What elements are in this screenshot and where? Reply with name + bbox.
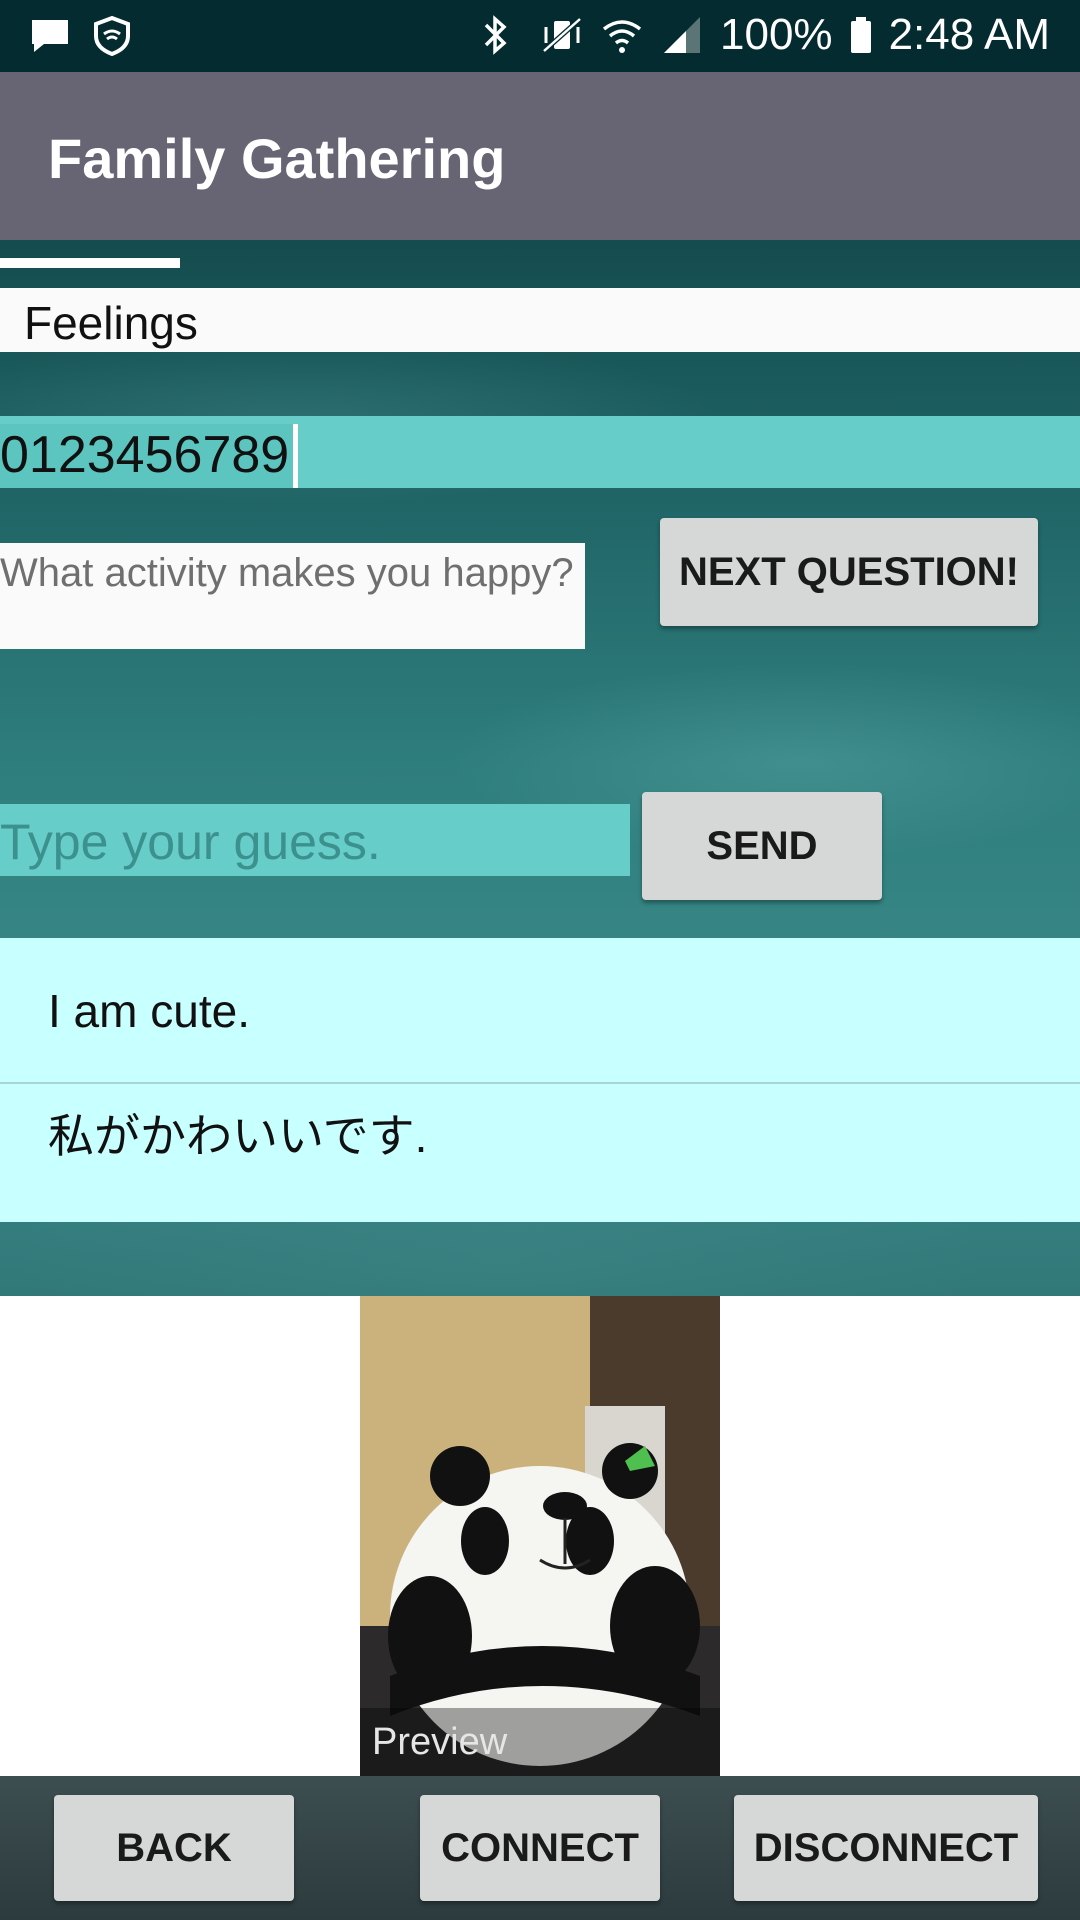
camera-preview[interactable]: Preview xyxy=(360,1296,720,1776)
battery-percent: 100% xyxy=(720,10,833,59)
code-field[interactable]: 0123456789 xyxy=(0,416,1080,488)
code-value: 0123456789 xyxy=(0,424,299,488)
disconnect-button[interactable]: DISCONNECT xyxy=(734,1795,1038,1901)
tab-indicator xyxy=(0,258,180,268)
app-title: Family Gathering xyxy=(48,127,506,190)
message-icon xyxy=(28,14,72,58)
app-bar: Family Gathering xyxy=(0,72,1080,240)
bluetooth-icon xyxy=(480,13,524,57)
send-button[interactable]: SEND xyxy=(642,792,882,900)
battery-icon xyxy=(849,13,873,57)
divider xyxy=(0,1082,1080,1084)
guess-input[interactable]: Type your guess. xyxy=(0,804,630,876)
question-box: What activity makes you happy? xyxy=(0,543,585,649)
category-label: Feelings xyxy=(24,297,198,349)
vibrate-icon xyxy=(540,13,584,57)
question-text: What activity makes you happy? xyxy=(0,551,574,595)
preview-area: Preview xyxy=(0,1296,1080,1776)
clock: 2:48 AM xyxy=(888,10,1050,59)
panda-image xyxy=(360,1296,720,1776)
list-item[interactable]: 私がかわいいです. xyxy=(48,1100,427,1166)
message-list: I am cute. 私がかわいいです. xyxy=(0,938,1080,1222)
next-question-button[interactable]: NEXT QUESTION! xyxy=(660,518,1038,626)
shield-icon xyxy=(90,14,134,58)
guess-placeholder: Type your guess. xyxy=(0,814,381,870)
category-row[interactable]: Feelings xyxy=(0,288,1080,352)
back-button[interactable]: BACK xyxy=(54,1795,294,1901)
connect-button[interactable]: CONNECT xyxy=(420,1795,660,1901)
wifi-icon xyxy=(600,13,644,57)
signal-icon xyxy=(660,13,704,57)
preview-label: Preview xyxy=(360,1708,720,1776)
status-bar: 100% 2:48 AM xyxy=(0,0,1080,72)
list-item[interactable]: I am cute. xyxy=(48,984,250,1038)
